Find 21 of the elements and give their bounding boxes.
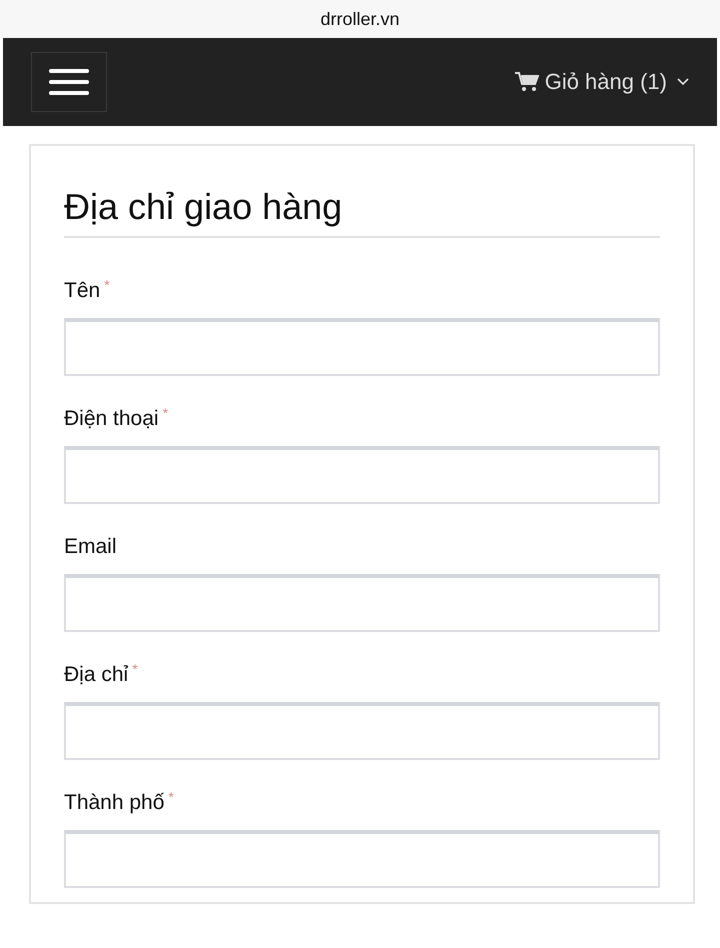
cart-icon [514,72,539,92]
menu-icon [49,67,89,97]
required-mark: * [132,662,138,676]
input-field[interactable] [64,318,660,376]
field-label: Thành phố [64,790,164,816]
chevron-down-icon [677,78,689,86]
form-title: Địa chỉ giao hàng [64,186,660,238]
field-label: Tên [64,278,100,304]
field-label: Địa chỉ [64,662,128,688]
input-field[interactable] [64,830,660,888]
address-url[interactable]: drroller.vn [320,8,400,30]
menu-button[interactable] [31,52,107,112]
required-mark: * [104,278,110,292]
input-field[interactable] [64,702,660,760]
field-label: Email [64,534,117,560]
required-mark: * [168,790,174,804]
input-field[interactable] [64,446,660,504]
cart-dropdown[interactable]: Giỏ hàng (1) [514,69,689,95]
input-field[interactable] [64,574,660,632]
required-mark: * [162,406,168,420]
field-label: Điện thoại [64,406,159,432]
